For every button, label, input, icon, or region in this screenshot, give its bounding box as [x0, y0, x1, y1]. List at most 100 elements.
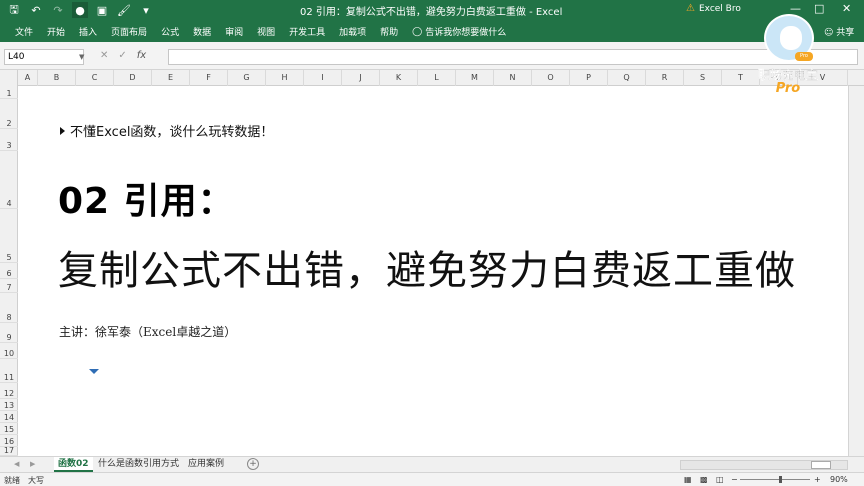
zoom-out-icon[interactable]: −	[731, 475, 738, 484]
row-header[interactable]: 5	[0, 209, 18, 263]
cancel-icon[interactable]: ✕	[100, 50, 108, 61]
format-painter-icon[interactable]: 🖌	[116, 2, 132, 18]
camera-icon[interactable]: ▣	[94, 2, 110, 18]
channel-logo: Pro 职场充电宝 Pro	[748, 14, 828, 98]
row-header[interactable]: 15	[0, 423, 18, 435]
sheet-tab[interactable]: 什么是函数引用方式	[94, 457, 183, 472]
zoom-slider-knob[interactable]	[779, 476, 782, 483]
column-header[interactable]: R	[646, 70, 684, 86]
tab-page-layout[interactable]: 页面布局	[104, 25, 154, 38]
row-header[interactable]: 6	[0, 263, 18, 279]
ribbon-tabs: 文件 开始 插入 页面布局 公式 数据 审阅 视图 开发工具 加载项 帮助 ◯ …	[0, 20, 864, 42]
name-box[interactable]: L40 ▼	[4, 49, 84, 65]
lesson-heading: 02 引用：	[58, 181, 235, 222]
column-header[interactable]: C	[76, 70, 114, 86]
column-header[interactable]: I	[304, 70, 342, 86]
column-header[interactable]: M	[456, 70, 494, 86]
column-header[interactable]: B	[38, 70, 76, 86]
save-icon[interactable]: 🖫	[6, 2, 22, 18]
column-header[interactable]: O	[532, 70, 570, 86]
row-header[interactable]: 2	[0, 99, 18, 129]
add-sheet-icon[interactable]: +	[247, 458, 259, 470]
logo-pro: Pro	[775, 81, 801, 96]
tab-file[interactable]: 文件	[8, 25, 40, 38]
zoom-slider[interactable]	[740, 476, 810, 483]
row-header[interactable]: 7	[0, 279, 18, 293]
row-header[interactable]: 12	[0, 383, 18, 399]
column-header[interactable]: L	[418, 70, 456, 86]
horizontal-scrollbar[interactable]	[680, 460, 848, 470]
tell-me-label: 告诉我你想要做什么	[425, 28, 507, 38]
bullet-triangle-icon	[60, 126, 65, 135]
column-header[interactable]: N	[494, 70, 532, 86]
lesson-subheading: 复制公式不出错，避免努力白费返工重做	[58, 248, 796, 294]
status-bar: 就绪 大写 ▦ ▩ ◫ − + 90%	[0, 472, 864, 486]
row-header[interactable]: 14	[0, 411, 18, 423]
column-header[interactable]: H	[266, 70, 304, 86]
name-box-value: L40	[8, 52, 25, 62]
tab-home[interactable]: 开始	[40, 25, 72, 38]
customize-icon[interactable]: ▾	[138, 2, 154, 18]
close-icon[interactable]: ✕	[842, 2, 851, 15]
scroll-left-icon[interactable]: ◀	[14, 460, 19, 468]
tab-view[interactable]: 视图	[250, 25, 282, 38]
scroll-right-icon[interactable]: ▶	[30, 460, 35, 468]
tagline: 不懂Excel函数，谈什么玩转数据！	[60, 121, 273, 140]
caps-lock-indicator: 大写	[28, 476, 44, 485]
sheet-tab[interactable]: 应用案例	[184, 457, 228, 472]
row-header[interactable]: 13	[0, 399, 18, 411]
sheet-tab-bar: ◀ ▶ 函数02 什么是函数引用方式 应用案例 +	[0, 456, 864, 472]
column-header[interactable]: J	[342, 70, 380, 86]
row-header[interactable]: 10	[0, 343, 18, 359]
user-account[interactable]: ⚠ Excel Bro	[686, 3, 741, 14]
tab-insert[interactable]: 插入	[72, 25, 104, 38]
tab-data[interactable]: 数据	[186, 25, 218, 38]
row-header[interactable]: 4	[0, 151, 18, 209]
touch-mode-icon[interactable]: ●	[72, 2, 88, 18]
row-header[interactable]: 11	[0, 359, 18, 383]
share-label: 共享	[836, 28, 855, 38]
row-header[interactable]: 8	[0, 293, 18, 323]
page-break-view-icon[interactable]: ◫	[716, 475, 724, 484]
bear-mascot-icon	[780, 26, 802, 50]
page-layout-view-icon[interactable]: ▩	[700, 475, 708, 484]
tab-formulas[interactable]: 公式	[154, 25, 186, 38]
column-header[interactable]: S	[684, 70, 722, 86]
lecturer-credit: 主讲：徐军泰（Excel卓越之道）	[59, 325, 237, 339]
column-header[interactable]: G	[228, 70, 266, 86]
column-header[interactable]: K	[380, 70, 418, 86]
insert-function-button[interactable]: fx	[137, 50, 146, 61]
tell-me-search[interactable]: ◯ 告诉我你想要做什么	[405, 25, 513, 39]
tab-developer[interactable]: 开发工具	[282, 25, 332, 38]
undo-icon[interactable]: ↶	[28, 2, 44, 18]
column-header[interactable]: E	[152, 70, 190, 86]
share-button[interactable]: ☺ 共享	[824, 25, 854, 38]
row-header[interactable]: 17	[0, 446, 18, 456]
sheet-tab-active[interactable]: 函数02	[54, 457, 93, 472]
logo-badge: Pro	[795, 52, 813, 61]
zoom-level[interactable]: 90%	[830, 475, 848, 484]
tab-addins[interactable]: 加载项	[332, 25, 373, 38]
redo-icon[interactable]: ↷	[50, 2, 66, 18]
tab-help[interactable]: 帮助	[373, 25, 405, 38]
column-headers: A B C D E F G H I J K L M N O P Q R S T …	[0, 70, 864, 86]
tab-review[interactable]: 审阅	[218, 25, 250, 38]
scroll-thumb[interactable]	[811, 461, 831, 469]
chevron-down-icon[interactable]: ▼	[79, 53, 84, 61]
row-header[interactable]: 3	[0, 129, 18, 151]
row-header[interactable]: 9	[0, 323, 18, 343]
select-all-corner[interactable]	[0, 70, 18, 86]
enter-icon[interactable]: ✓	[118, 50, 126, 61]
column-header[interactable]: D	[114, 70, 152, 86]
formula-bar: L40 ▼ ✕ ✓ fx	[0, 42, 864, 70]
column-header[interactable]: A	[18, 70, 38, 86]
column-header[interactable]: F	[190, 70, 228, 86]
zoom-in-icon[interactable]: +	[814, 475, 821, 484]
row-header[interactable]: 1	[0, 86, 18, 99]
normal-view-icon[interactable]: ▦	[684, 475, 692, 484]
column-header[interactable]: Q	[608, 70, 646, 86]
dropdown-marker-icon	[89, 369, 99, 374]
title-bar: 🖫 ↶ ↷ ● ▣ 🖌 ▾ 02 引用：复制公式不出错，避免努力白费返工重做 -…	[0, 0, 864, 20]
column-header[interactable]: P	[570, 70, 608, 86]
vertical-scrollbar[interactable]	[848, 86, 864, 456]
